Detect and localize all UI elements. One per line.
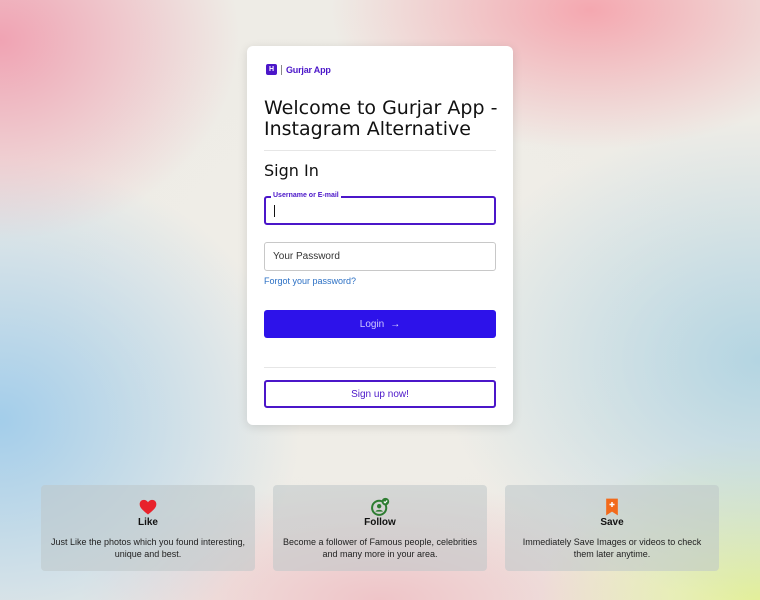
- bookmark-icon: [606, 498, 618, 516]
- forgot-password-link[interactable]: Forgot your password?: [264, 276, 356, 286]
- feature-title: Follow: [364, 517, 396, 528]
- username-field[interactable]: Username or E-mail: [264, 192, 496, 225]
- page-title: Welcome to Gurjar App - Instagram Altern…: [264, 97, 498, 140]
- sign-in-card: H Gurjar App Welcome to Gurjar App - Ins…: [247, 46, 513, 425]
- brand-name: Gurjar App: [286, 64, 331, 75]
- login-button-label: Login: [359, 318, 385, 330]
- heart-icon: [139, 499, 157, 515]
- sign-up-button[interactable]: Sign up now!: [264, 380, 496, 408]
- brand-logo[interactable]: H Gurjar App: [266, 64, 331, 75]
- feature-card-follow: Follow Become a follower of Famous peopl…: [273, 485, 487, 571]
- username-input[interactable]: [266, 198, 494, 223]
- username-field-label: Username or E-mail: [271, 192, 341, 199]
- divider: [264, 367, 496, 368]
- logo-divider: [281, 64, 282, 75]
- feature-card-save: Save Immediately Save Images or videos t…: [505, 485, 719, 571]
- login-button[interactable]: Login →: [264, 310, 496, 338]
- divider: [264, 150, 496, 151]
- feature-card-like: Like Just Like the photos which you foun…: [41, 485, 255, 571]
- feature-description: Just Like the photos which you found int…: [50, 537, 246, 559]
- brand-logo-icon: H: [266, 64, 277, 75]
- follow-icon: [371, 497, 390, 516]
- sign-in-heading: Sign In: [264, 161, 319, 180]
- password-field[interactable]: [264, 242, 496, 271]
- feature-description: Become a follower of Famous people, cele…: [282, 537, 478, 559]
- text-caret: [274, 205, 275, 217]
- feature-title: Like: [137, 517, 158, 528]
- password-input[interactable]: [265, 243, 495, 270]
- arrow-right-icon: →: [390, 318, 401, 330]
- feature-description: Immediately Save Images or videos to che…: [522, 537, 702, 559]
- feature-title: Save: [600, 517, 624, 528]
